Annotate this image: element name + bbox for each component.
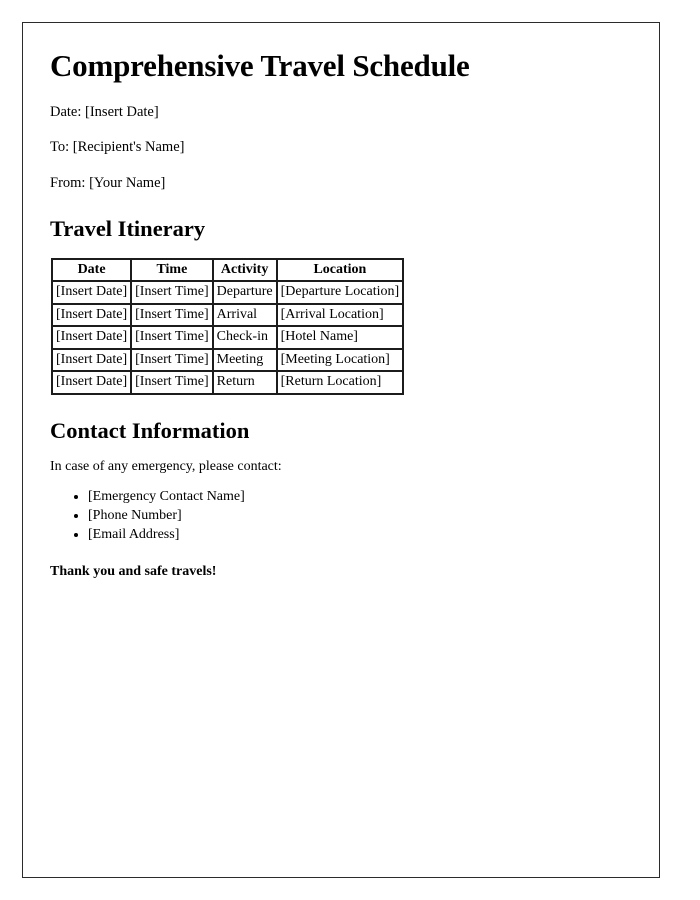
table-row: [Insert Date] [Insert Time] Departure [D… — [52, 281, 404, 304]
table-header-row: Date Time Activity Location — [52, 258, 404, 282]
emergency-contact-list: [Emergency Contact Name] [Phone Number] … — [50, 488, 633, 545]
cell-location: [Hotel Name] — [276, 326, 404, 349]
list-item: [Phone Number] — [88, 507, 633, 526]
list-item: [Email Address] — [88, 526, 633, 545]
meta-sender-line: From: [Your Name] — [50, 174, 166, 191]
cell-location: [Departure Location] — [276, 281, 404, 304]
cell-location: [Return Location] — [276, 371, 404, 394]
cell-time: [Insert Time] — [131, 371, 213, 394]
document-body: Comprehensive Travel Schedule Date: [Ins… — [23, 23, 659, 581]
document-page: Comprehensive Travel Schedule Date: [Ins… — [22, 22, 660, 878]
table-row: [Insert Date] [Insert Time] Return [Retu… — [52, 371, 404, 394]
itinerary-table-body: [Insert Date] [Insert Time] Departure [D… — [52, 281, 404, 394]
itinerary-table-head: Date Time Activity Location — [52, 258, 404, 282]
cell-time: [Insert Time] — [131, 303, 213, 327]
list-item: [Emergency Contact Name] — [88, 488, 633, 507]
itinerary-table: Date Time Activity Location [Insert Date… — [51, 257, 405, 395]
page-title: Comprehensive Travel Schedule — [50, 48, 470, 83]
cell-time: [Insert Time] — [131, 326, 213, 349]
cell-activity: Arrival — [212, 303, 277, 327]
table-row: [Insert Date] [Insert Time] Check-in [Ho… — [52, 326, 404, 349]
cell-time: [Insert Time] — [131, 348, 213, 372]
column-header-time: Time — [131, 258, 213, 282]
cell-activity: Check-in — [212, 326, 277, 349]
cell-date: [Insert Date] — [52, 281, 132, 304]
table-row: [Insert Date] [Insert Time] Arrival [Arr… — [52, 303, 404, 327]
meta-recipient-line: To: [Recipient's Name] — [50, 139, 185, 156]
column-header-activity: Activity — [212, 258, 277, 282]
cell-date: [Insert Date] — [52, 371, 132, 394]
table-row: [Insert Date] [Insert Time] Meeting [Mee… — [52, 348, 404, 372]
cell-activity: Departure — [212, 281, 277, 304]
emergency-intro-text: In case of any emergency, please contact… — [50, 459, 282, 475]
section-heading-contact-information: Contact Information — [50, 417, 250, 443]
meta-date-line: Date: [Insert Date] — [50, 103, 159, 120]
cell-date: [Insert Date] — [52, 326, 132, 349]
cell-activity: Return — [212, 371, 277, 394]
cell-date: [Insert Date] — [52, 348, 132, 372]
cell-activity: Meeting — [212, 348, 277, 372]
cell-date: [Insert Date] — [52, 303, 132, 327]
cell-location: [Meeting Location] — [276, 348, 404, 372]
section-heading-travel-itinerary: Travel Itinerary — [50, 215, 206, 241]
closing-message: Thank you and safe travels! — [50, 563, 217, 579]
cell-location: [Arrival Location] — [276, 303, 404, 327]
column-header-date: Date — [52, 258, 132, 282]
column-header-location: Location — [276, 258, 404, 282]
cell-time: [Insert Time] — [131, 281, 213, 304]
